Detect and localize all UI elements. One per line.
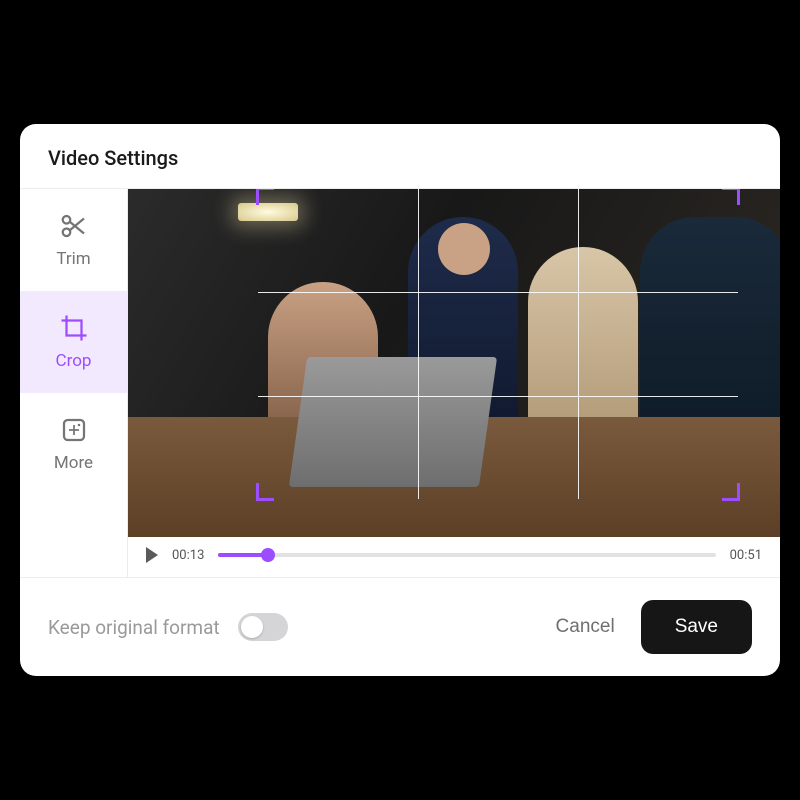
- crop-icon: [59, 313, 89, 343]
- preview-column: 00:13 00:51: [128, 189, 780, 577]
- panel-footer: Keep original format Cancel Save: [20, 577, 780, 676]
- keep-format-toggle[interactable]: [238, 613, 288, 641]
- sparkle-icon: [59, 415, 89, 445]
- panel-header: Video Settings: [20, 124, 780, 189]
- sidebar-item-more[interactable]: More: [20, 393, 127, 495]
- panel-body: Trim Crop More: [20, 189, 780, 577]
- playback-bar: 00:13 00:51: [128, 537, 780, 577]
- total-time: 00:51: [730, 548, 762, 563]
- seek-track[interactable]: [218, 553, 715, 557]
- toggle-knob: [241, 616, 263, 638]
- sidebar-item-label: Trim: [56, 249, 90, 269]
- sidebar-item-crop[interactable]: Crop: [20, 291, 127, 393]
- current-time: 00:13: [172, 548, 204, 563]
- keep-format-label: Keep original format: [48, 616, 220, 639]
- play-icon[interactable]: [146, 547, 158, 563]
- video-preview[interactable]: [128, 189, 780, 537]
- sidebar: Trim Crop More: [20, 189, 128, 577]
- save-button[interactable]: Save: [641, 600, 752, 654]
- seek-knob[interactable]: [261, 548, 275, 562]
- sidebar-item-trim[interactable]: Trim: [20, 189, 127, 291]
- cancel-button[interactable]: Cancel: [548, 606, 623, 648]
- crop-handle-tr[interactable]: [722, 189, 740, 205]
- panel-title: Video Settings: [48, 146, 178, 170]
- scissors-icon: [59, 211, 89, 241]
- sidebar-item-label: Crop: [56, 351, 92, 371]
- sidebar-item-label: More: [54, 453, 93, 473]
- video-settings-panel: Video Settings Trim Crop More: [20, 124, 780, 676]
